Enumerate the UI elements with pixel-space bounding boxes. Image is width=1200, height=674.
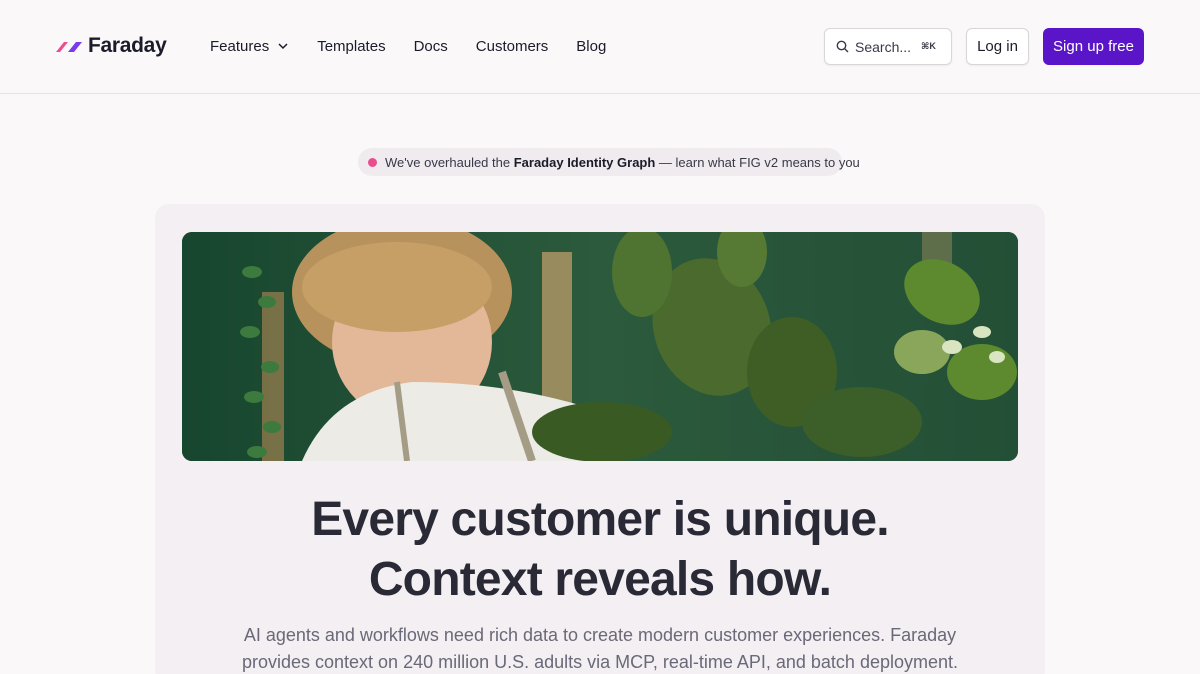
announcement-highlight: Faraday Identity Graph [513, 154, 656, 170]
chevron-down-icon [278, 43, 288, 50]
faraday-logo[interactable]: Faraday [56, 30, 167, 62]
nav-item-label: Features [210, 37, 270, 55]
search-icon [836, 40, 849, 53]
nav-item-features[interactable]: Features [210, 34, 289, 58]
announcement-text: We've overhauled the Faraday Identity Gr… [385, 155, 860, 170]
hero-subtext: AI agents and workflows need rich data t… [241, 625, 959, 672]
login-button[interactable]: Log in [966, 28, 1029, 65]
logo-icon [56, 42, 82, 52]
hero-headline: Every customer is unique. Context reveal… [155, 490, 1045, 610]
nav-item-templates[interactable]: Templates [317, 34, 385, 58]
nav-item-customers[interactable]: Customers [476, 34, 549, 58]
site-header: Faraday Features Templates Docs Customer… [0, 0, 1200, 94]
signup-button[interactable]: Sign up free [1043, 28, 1144, 65]
search-label: Search... [855, 38, 912, 55]
search-button[interactable]: Search... ⌘K [824, 28, 952, 65]
search-shortcut: ⌘K [921, 41, 936, 51]
headline-line-1: Every customer is unique. [311, 493, 889, 546]
announcement-prefix: We've overhauled the [385, 154, 514, 170]
nav-item-label: Customers [475, 37, 549, 55]
nav-item-docs[interactable]: Docs [414, 34, 448, 58]
nav-item-blog[interactable]: Blog [576, 34, 606, 58]
nav-item-label: Docs [413, 37, 448, 55]
nav-item-label: Blog [576, 37, 607, 55]
announcement-suffix: — learn what FIG v2 means to you [655, 154, 860, 170]
main-nav: Features Templates Docs Customers Blog [210, 34, 634, 58]
headline-line-2: Context reveals how. [368, 553, 832, 606]
brand-name: Faraday [88, 34, 167, 57]
nav-item-label: Templates [317, 37, 386, 55]
announcement-dot [368, 157, 377, 167]
hero-image [182, 232, 1018, 461]
announcement-banner[interactable]: We've overhauled the Faraday Identity Gr… [358, 148, 860, 176]
